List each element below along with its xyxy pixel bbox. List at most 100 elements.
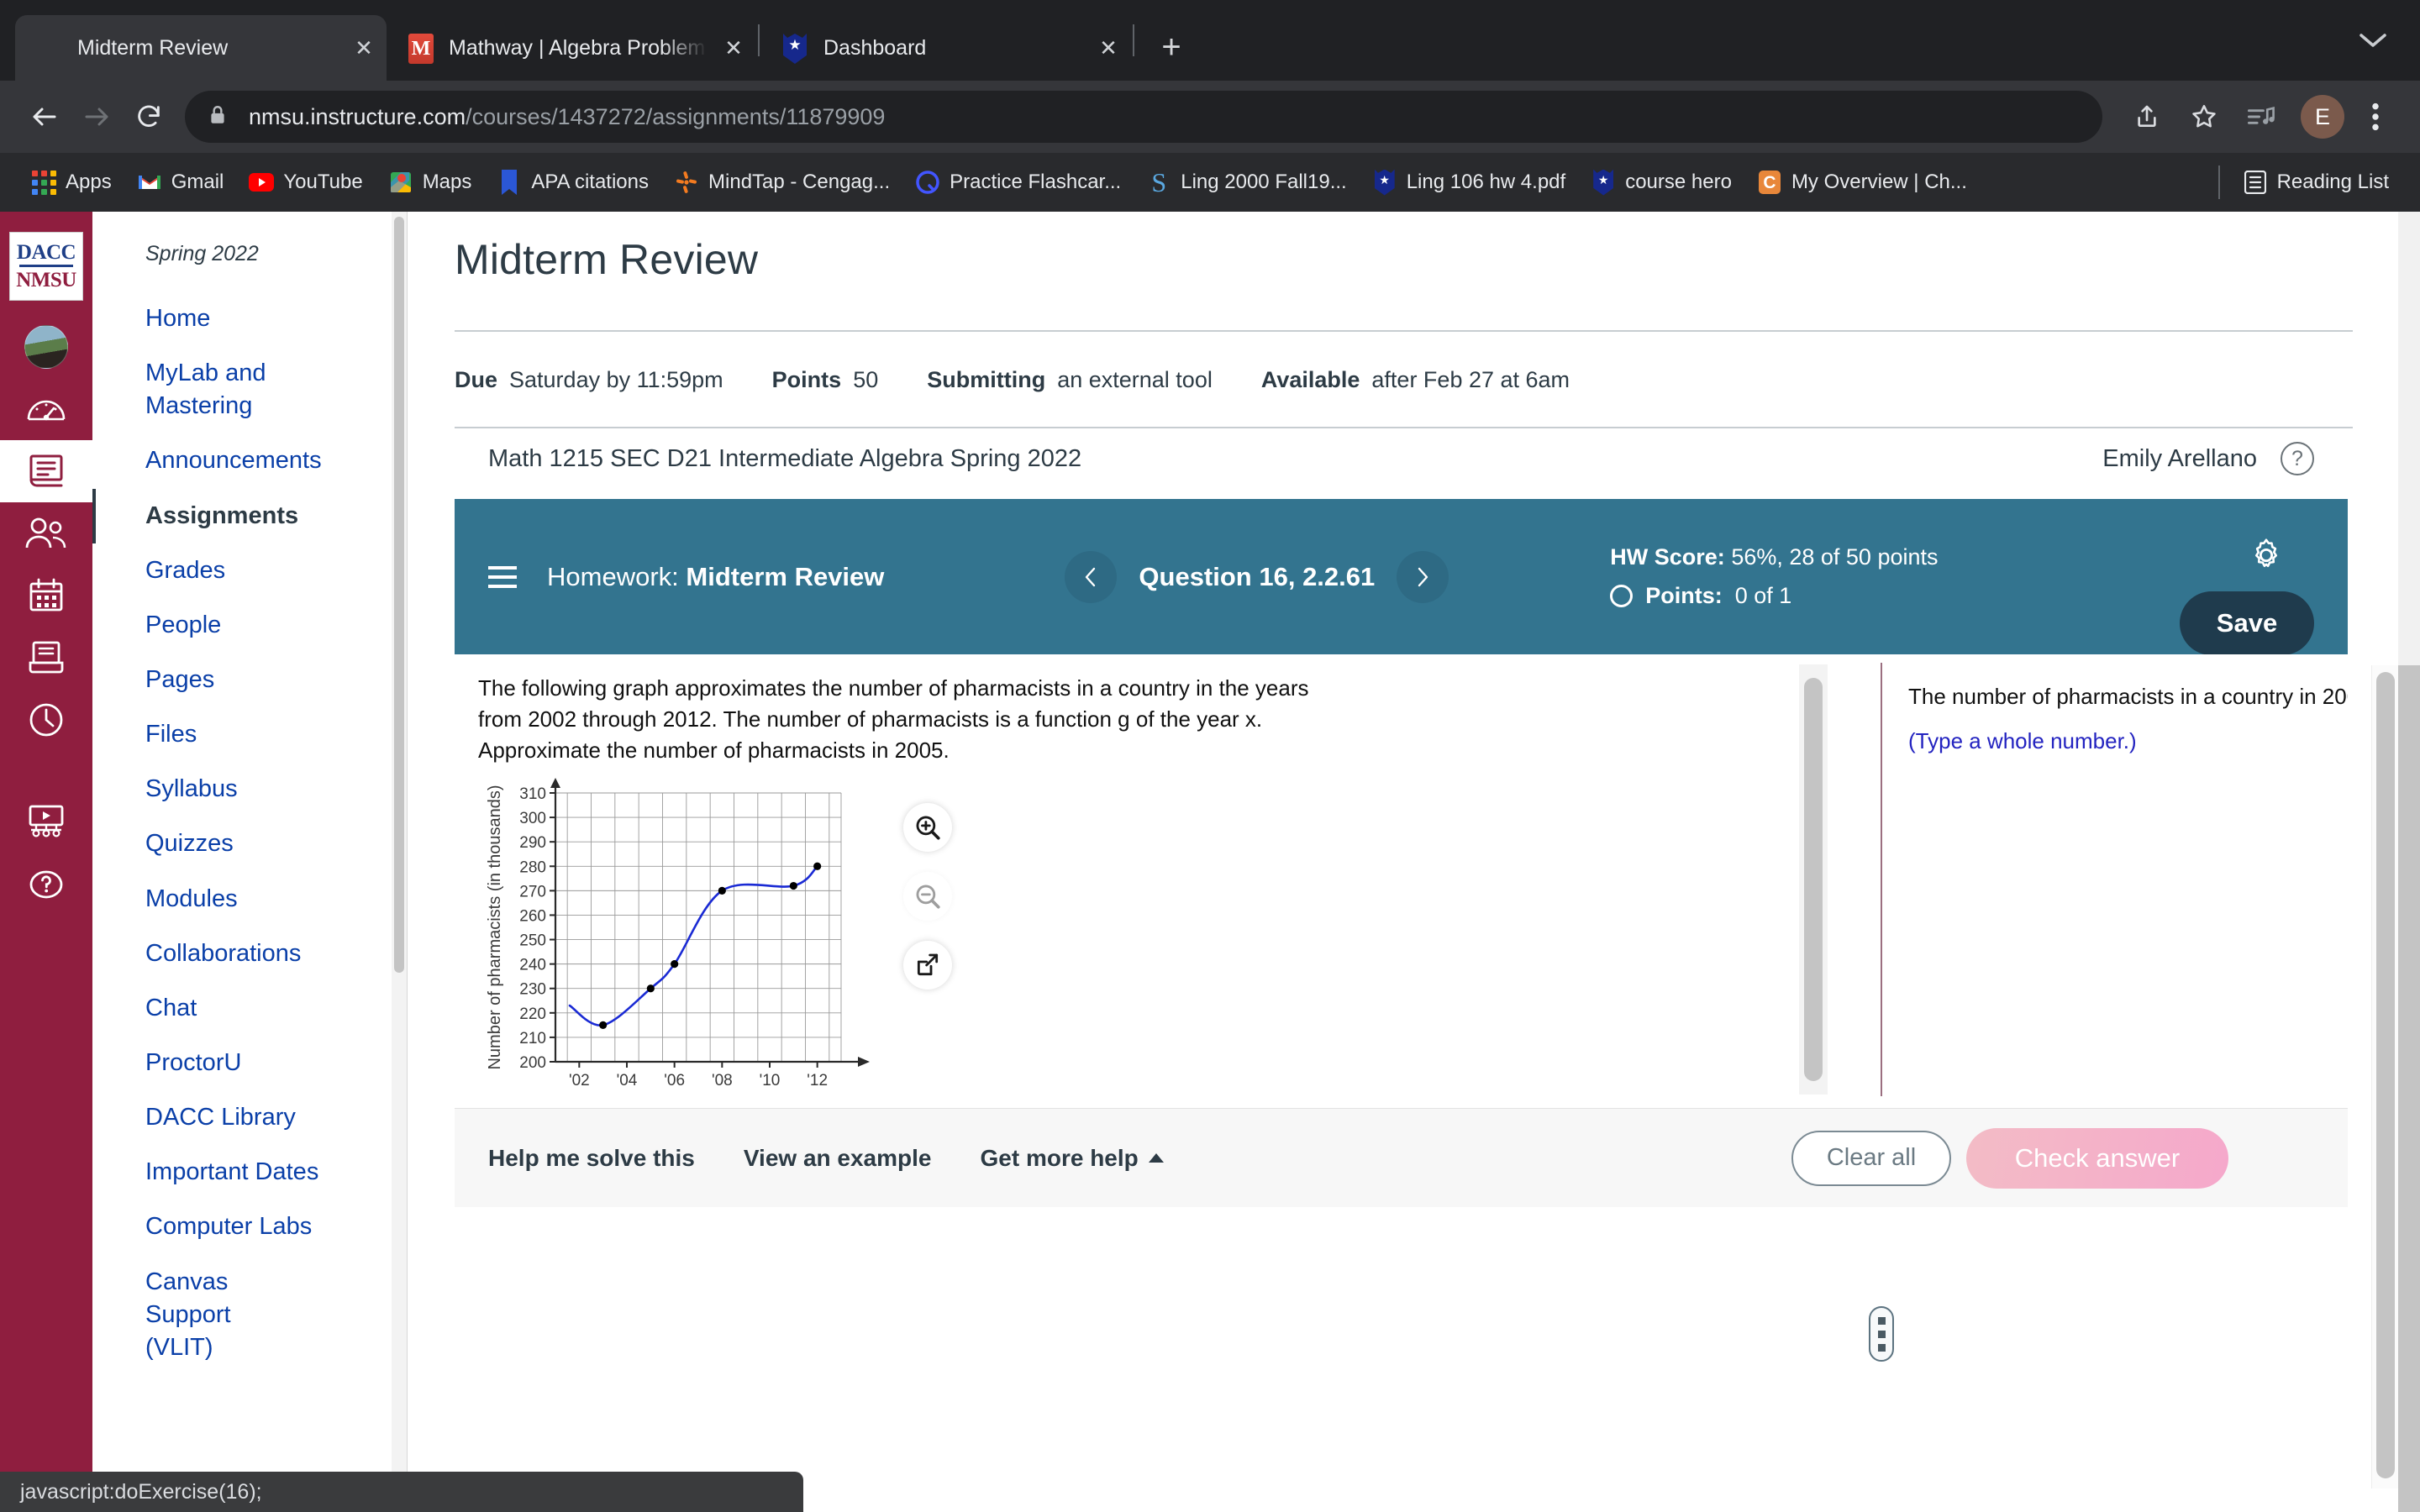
book-icon	[29, 454, 63, 487]
assignment-meta: Due Saturday by 11:59pm Points 50 Submit…	[455, 332, 2353, 427]
youtube-icon	[249, 170, 275, 195]
chevron-down-icon[interactable]	[2348, 18, 2398, 62]
bookmark-maps[interactable]: Maps	[376, 159, 485, 206]
browser-tab-midterm-review[interactable]: Midterm Review ✕	[15, 15, 387, 81]
mylab-course-title: Math 1215 SEC D21 Intermediate Algebra S…	[488, 444, 1082, 472]
profile-avatar[interactable]: E	[2301, 95, 2344, 139]
course-nav-item-announcements[interactable]: Announcements	[92, 433, 407, 488]
bookmark-ling106-hw4[interactable]: ★ Ling 106 hw 4.pdf	[1360, 159, 1578, 206]
close-icon[interactable]: ✕	[1094, 34, 1123, 62]
course-nav-item-grades[interactable]: Grades	[92, 543, 407, 598]
bookmarks-bar: Apps Gmail YouTube Maps APA citations Mi…	[0, 153, 2420, 212]
nav-item-dashboard[interactable]	[0, 378, 92, 440]
help-me-solve-this-button[interactable]: Help me solve this	[488, 1145, 695, 1172]
new-tab-button[interactable]: +	[1148, 24, 1195, 71]
course-nav-item-pages[interactable]: Pages	[92, 653, 407, 707]
course-nav-item-proctoru[interactable]: ProctorU	[92, 1036, 407, 1090]
open-external-icon[interactable]	[903, 940, 952, 990]
course-nav-item-canvas-support[interactable]: Canvas Support (VLIT)	[92, 1255, 319, 1375]
hamburger-icon[interactable]	[488, 565, 517, 588]
close-icon[interactable]: ✕	[350, 34, 378, 62]
hw-score-label: HW Score:	[1610, 544, 1725, 570]
browser-menu-icon[interactable]	[2349, 91, 2402, 143]
pane-splitter-handle[interactable]	[1869, 1306, 1894, 1362]
nav-item-calendar[interactable]	[0, 564, 92, 627]
back-icon[interactable]	[18, 91, 71, 143]
nav-item-help[interactable]	[0, 853, 92, 916]
course-nav-item-files[interactable]: Files	[92, 707, 407, 762]
page-scrollbar-thumb[interactable]	[2398, 665, 2420, 1512]
zoom-out-icon[interactable]	[903, 871, 952, 921]
next-question-button[interactable]	[1397, 550, 1449, 603]
people-icon	[25, 517, 66, 549]
caret-up-icon	[1148, 1153, 1164, 1163]
mylab-question-body: The following graph approximates the num…	[455, 654, 2348, 1108]
course-term: Spring 2022	[145, 242, 259, 265]
course-nav-item-important-dates[interactable]: Important Dates	[92, 1145, 407, 1200]
nav-item-inbox[interactable]	[0, 627, 92, 689]
course-nav-item-collaborations[interactable]: Collaborations	[92, 927, 407, 981]
course-nav-item-people[interactable]: People	[92, 598, 407, 653]
check-answer-button[interactable]: Check answer	[1966, 1127, 2228, 1189]
shield-star-icon: ★	[783, 34, 812, 64]
reload-icon[interactable]	[123, 91, 175, 143]
bookmark-ling2000[interactable]: S Ling 2000 Fall19...	[1134, 159, 1359, 206]
question-pane-scrollbar-thumb[interactable]	[1804, 678, 1823, 1081]
question-circle-icon[interactable]: ?	[2281, 442, 2314, 475]
dacc-nmsu-logo[interactable]: DACC NMSU	[9, 232, 83, 301]
bookmark-apps[interactable]: Apps	[18, 159, 124, 206]
mylab-footer: Help me solve this View an example Get m…	[455, 1108, 2348, 1207]
shield-star-icon: ★	[1372, 169, 1397, 196]
close-icon[interactable]: ✕	[719, 34, 748, 62]
svg-text:'12: '12	[807, 1072, 828, 1089]
course-nav-item-syllabus[interactable]: Syllabus	[92, 762, 407, 816]
zoom-in-icon[interactable]	[903, 802, 952, 852]
mylab-tool: Math 1215 SEC D21 Intermediate Algebra S…	[455, 428, 2348, 1362]
bookmark-youtube[interactable]: YouTube	[236, 159, 375, 206]
bookmark-apa-citations[interactable]: APA citations	[484, 159, 661, 206]
course-nav-item-assignments[interactable]: Assignments	[92, 489, 407, 543]
bookmark-practice-flashcards[interactable]: Practice Flashcar...	[902, 159, 1134, 206]
nav-item-groups[interactable]	[0, 502, 92, 564]
bookmark-label: Maps	[422, 171, 472, 193]
save-button[interactable]: Save	[2180, 591, 2314, 655]
course-nav-item-home[interactable]: Home	[92, 291, 407, 346]
share-icon[interactable]	[2121, 91, 2173, 143]
bookmark-course-hero[interactable]: ★ course hero	[1578, 159, 1744, 206]
bookmark-my-overview-chegg[interactable]: C My Overview | Ch...	[1744, 159, 1980, 206]
mylab-outer-scrollbar-thumb[interactable]	[2376, 672, 2395, 1478]
view-an-example-button[interactable]: View an example	[744, 1145, 932, 1172]
get-more-help-button[interactable]: Get more help	[980, 1145, 1164, 1172]
course-nav: Spring 2022 Home MyLab and Mastering Ann…	[92, 212, 408, 1512]
nav-item-account[interactable]	[0, 316, 92, 378]
forward-icon[interactable]	[71, 91, 123, 143]
address-bar[interactable]: nmsu.instructure.com/courses/1437272/ass…	[185, 91, 2102, 143]
course-nav-item-quizzes[interactable]: Quizzes	[92, 816, 407, 871]
bookmark-icon	[497, 170, 522, 195]
bookmark-gmail[interactable]: Gmail	[124, 159, 237, 206]
course-nav-item-chat[interactable]: Chat	[92, 981, 407, 1036]
url-path: /courses/1437272/assignments/11879909	[466, 103, 886, 129]
bookmark-mindtap[interactable]: MindTap - Cengag...	[661, 159, 902, 206]
question-text: The following graph approximates the num…	[478, 675, 1309, 763]
course-nav-item-modules[interactable]: Modules	[92, 872, 407, 927]
gear-icon[interactable]	[2249, 538, 2284, 577]
bookmark-star-icon[interactable]	[2178, 91, 2230, 143]
nav-item-history[interactable]	[0, 689, 92, 751]
bookmark-label: Ling 106 hw 4.pdf	[1406, 171, 1566, 193]
nav-item-courses[interactable]	[0, 440, 92, 502]
nav-item-studio[interactable]	[0, 791, 92, 853]
course-nav-item-dacc-library[interactable]: DACC Library	[92, 1090, 407, 1145]
browser-tab-dashboard[interactable]: ★ Dashboard ✕	[761, 15, 1131, 81]
course-nav-item-mylab-and-mastering[interactable]: MyLab and Mastering	[92, 346, 302, 433]
media-controls-icon[interactable]	[2235, 91, 2287, 143]
clear-all-button[interactable]: Clear all	[1791, 1130, 1951, 1186]
clock-icon	[29, 703, 63, 737]
course-nav-scrollbar-thumb[interactable]	[394, 217, 404, 973]
points-value: 0 of 1	[1734, 582, 1792, 608]
reading-list-button[interactable]: Reading List	[2230, 159, 2402, 206]
question-label: Question 16, 2.2.61	[1139, 561, 1376, 591]
prev-question-button[interactable]	[1065, 550, 1118, 603]
browser-tab-mathway[interactable]: M Mathway | Algebra Problem Sol ✕	[387, 15, 756, 81]
course-nav-item-computer-labs[interactable]: Computer Labs	[92, 1200, 407, 1254]
